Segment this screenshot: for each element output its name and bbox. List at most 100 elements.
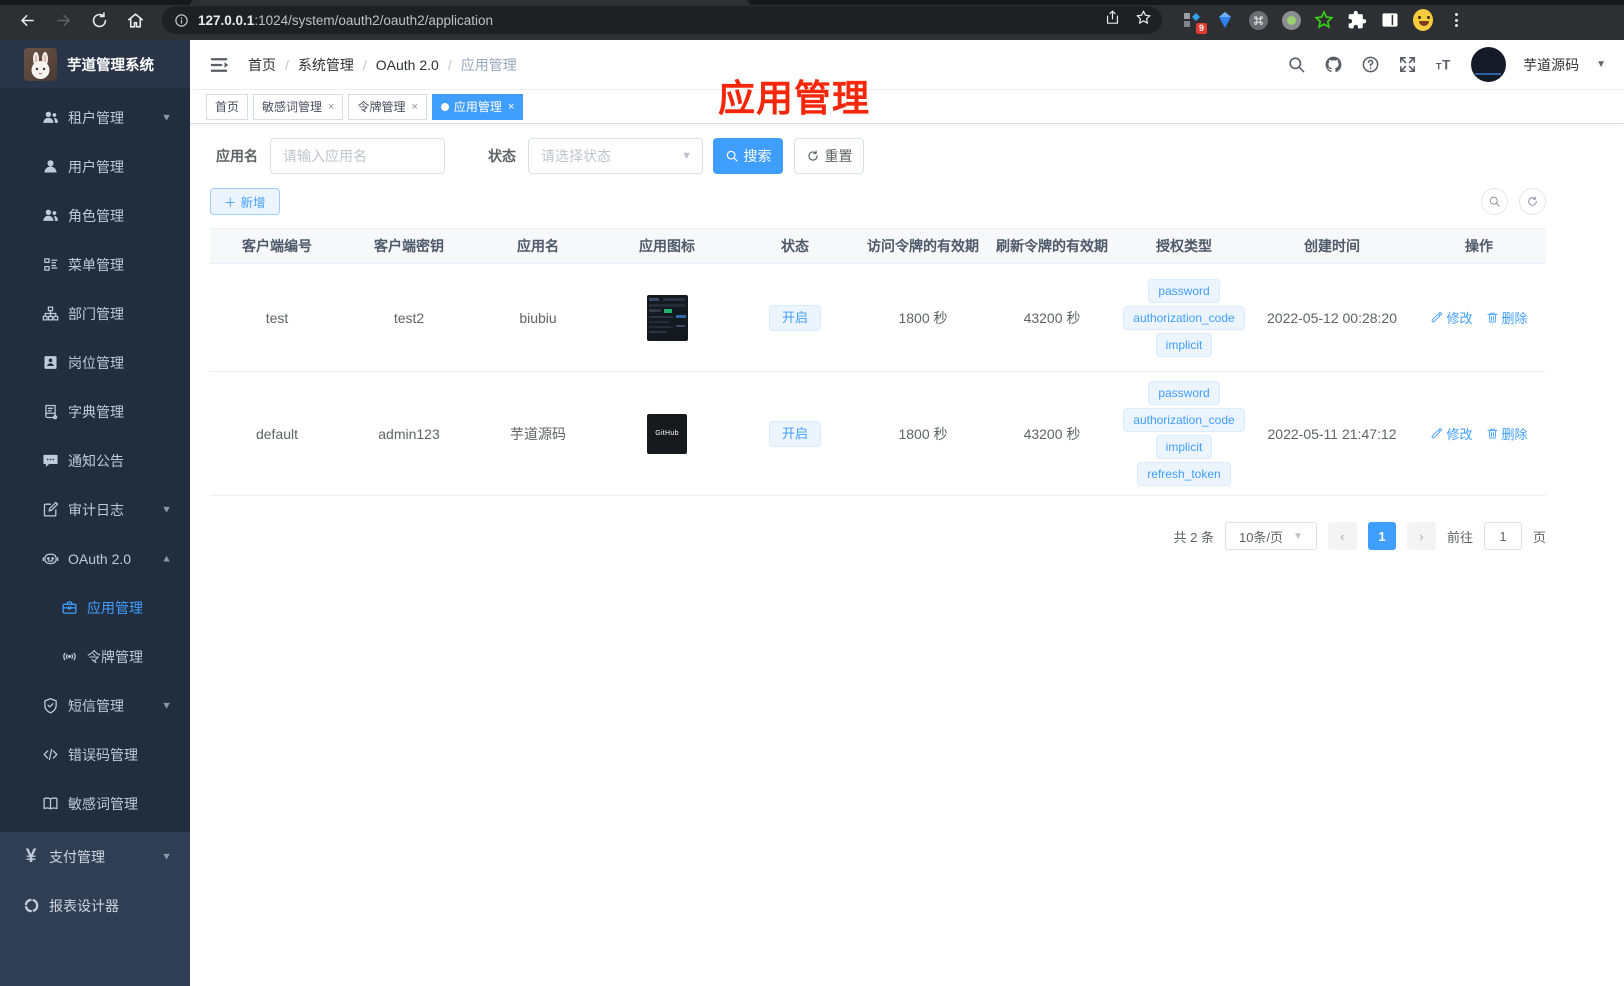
sidebar-item-role[interactable]: 角色管理 — [0, 191, 190, 240]
sidebar: 芋道管理系统 租户管理 ▼ 用户管理 角色管理 菜单管理 部门管理 岗位管理 字… — [0, 40, 190, 986]
sidebar-item-report-designer[interactable]: 报表设计器 — [0, 881, 190, 930]
user-avatar[interactable] — [1471, 47, 1507, 82]
extension-sidepanel-icon[interactable] — [1380, 10, 1400, 30]
sidebar-item-notice[interactable]: 通知公告 — [0, 436, 190, 485]
reset-button[interactable]: 重置 — [794, 138, 864, 174]
grant-type-tag: password — [1148, 278, 1220, 303]
tab-application[interactable]: 应用管理 × — [431, 93, 524, 120]
extension-grid-icon[interactable]: 9 — [1182, 10, 1207, 34]
app-icon-github-thumbnail: GitHub — [647, 413, 687, 454]
tab-sensitive-word[interactable]: 敏感词管理 × — [253, 93, 344, 120]
status-select[interactable]: 请选择状态 ▼ — [528, 138, 703, 174]
sidebar-item-oauth-application[interactable]: 应用管理 — [0, 583, 190, 632]
app-logo[interactable]: 芋道管理系统 — [0, 40, 190, 88]
font-size-icon[interactable]: TT — [1434, 55, 1454, 75]
browser-home-button[interactable] — [122, 7, 148, 33]
help-icon[interactable] — [1360, 55, 1380, 75]
yen-icon: ¥ — [25, 845, 37, 867]
edit-link[interactable]: 修改 — [1430, 424, 1473, 443]
edit-link[interactable]: 修改 — [1430, 308, 1473, 327]
app-name-input[interactable] — [270, 138, 445, 174]
tab-close-icon[interactable]: × — [508, 101, 514, 113]
breadcrumb-home[interactable]: 首页 — [248, 55, 276, 75]
sidebar-item-dept[interactable]: 部门管理 — [0, 289, 190, 338]
extension-command-icon[interactable] — [1248, 10, 1268, 30]
tags-view: 首页 敏感词管理 × 令牌管理 × 应用管理 × — [190, 90, 1624, 124]
browser-forward-button[interactable] — [50, 7, 76, 33]
sidebar-item-post[interactable]: 岗位管理 — [0, 338, 190, 387]
extension-puzzle-icon[interactable] — [1347, 10, 1367, 30]
extension-gem-icon[interactable] — [1215, 10, 1235, 30]
github-icon[interactable] — [1323, 55, 1343, 75]
badge-icon — [41, 354, 59, 372]
search-button[interactable]: 搜索 — [713, 138, 783, 174]
cell-secret: admin123 — [344, 371, 474, 496]
url-text: 127.0.0.1:1024/system/oauth2/oauth2/appl… — [198, 12, 493, 28]
goto-page-input[interactable] — [1483, 522, 1522, 550]
sidebar-item-oauth-token[interactable]: 令牌管理 — [0, 632, 190, 681]
users-icon — [41, 109, 59, 127]
cell-grant-types: password authorization_code implicit — [1116, 263, 1252, 372]
browser-reload-button[interactable] — [86, 7, 112, 33]
browser-back-button[interactable] — [14, 7, 40, 33]
address-bar[interactable]: 127.0.0.1:1024/system/oauth2/oauth2/appl… — [162, 6, 1162, 34]
extension-record-icon[interactable] — [1281, 10, 1301, 30]
sidebar-item-pay[interactable]: ¥ 支付管理 ▼ — [0, 832, 190, 881]
sidebar-item-audit-log[interactable]: 审计日志 ▼ — [0, 485, 190, 534]
refresh-table-button[interactable] — [1519, 188, 1546, 215]
page-size-select[interactable]: 10条/页 ▼ — [1224, 522, 1317, 550]
sidebar-item-label: 短信管理 — [68, 697, 124, 714]
add-button[interactable]: ＋新增 — [210, 188, 280, 215]
cell-refresh-ttl: 43200 秒 — [988, 371, 1116, 496]
browser-menu-icon[interactable] — [1446, 10, 1466, 30]
extension-star-icon[interactable] — [1314, 10, 1334, 30]
sidebar-item-oauth[interactable]: OAuth 2.0 ▲ — [0, 534, 190, 583]
user-name[interactable]: 芋道源码 — [1523, 55, 1579, 75]
sidebar-item-sms[interactable]: 短信管理 ▼ — [0, 681, 190, 730]
sidebar-item-dict[interactable]: 字典管理 — [0, 387, 190, 436]
tab-token[interactable]: 令牌管理 × — [348, 93, 427, 120]
breadcrumb-system[interactable]: 系统管理 — [298, 55, 354, 75]
col-refresh-ttl: 刷新令牌的有效期 — [988, 228, 1116, 264]
org-tree-icon — [41, 305, 59, 323]
col-created: 创建时间 — [1252, 228, 1412, 264]
breadcrumb-current: 应用管理 — [460, 56, 517, 73]
pencil-icon — [1432, 427, 1443, 439]
sidebar-fold-icon[interactable] — [208, 54, 230, 76]
sidebar-item-label: 令牌管理 — [87, 648, 143, 665]
shield-check-icon — [41, 697, 59, 715]
sidebar-section-secondary: ¥ 支付管理 ▼ 报表设计器 — [0, 832, 190, 986]
log-edit-icon — [41, 501, 59, 519]
tab-close-icon[interactable]: × — [328, 101, 334, 113]
browser-toolbar: 127.0.0.1:1024/system/oauth2/oauth2/appl… — [0, 0, 1624, 40]
sidebar-item-user[interactable]: 用户管理 — [0, 142, 190, 191]
sidebar-item-tenant[interactable]: 租户管理 ▼ — [0, 93, 190, 142]
toggle-search-button[interactable] — [1481, 188, 1508, 215]
search-icon — [1489, 196, 1500, 207]
search-icon[interactable] — [1286, 55, 1306, 75]
sidebar-item-sensitive-word[interactable]: 敏感词管理 — [0, 779, 190, 828]
next-page-button[interactable]: › — [1406, 522, 1436, 550]
user-menu-caret-icon[interactable]: ▼ — [1596, 59, 1606, 70]
sidebar-item-label: 菜单管理 — [68, 256, 124, 273]
bookmark-star-icon[interactable] — [1135, 9, 1152, 31]
delete-link[interactable]: 删除 — [1486, 424, 1528, 443]
tab-close-icon[interactable]: × — [411, 101, 417, 113]
extension-badge: 9 — [1195, 23, 1207, 34]
sidebar-item-menu[interactable]: 菜单管理 — [0, 240, 190, 289]
prev-page-button[interactable]: ‹ — [1327, 522, 1357, 550]
cell-refresh-ttl: 43200 秒 — [988, 263, 1116, 372]
col-actions: 操作 — [1412, 228, 1546, 264]
sidebar-item-error-code[interactable]: 错误码管理 — [0, 730, 190, 779]
browser-profile-avatar[interactable] — [1413, 9, 1433, 31]
fullscreen-icon[interactable] — [1397, 55, 1417, 75]
page-number-1[interactable]: 1 — [1367, 522, 1396, 550]
extensions-area: 9 — [1172, 9, 1470, 34]
page-info-icon[interactable] — [174, 13, 189, 28]
delete-link[interactable]: 删除 — [1486, 308, 1528, 327]
tab-home[interactable]: 首页 — [206, 93, 249, 120]
grant-type-tag: implicit — [1155, 435, 1213, 459]
share-icon[interactable] — [1104, 9, 1121, 31]
sidebar-item-label: 用户管理 — [68, 158, 124, 175]
breadcrumb-oauth[interactable]: OAuth 2.0 — [376, 57, 439, 73]
